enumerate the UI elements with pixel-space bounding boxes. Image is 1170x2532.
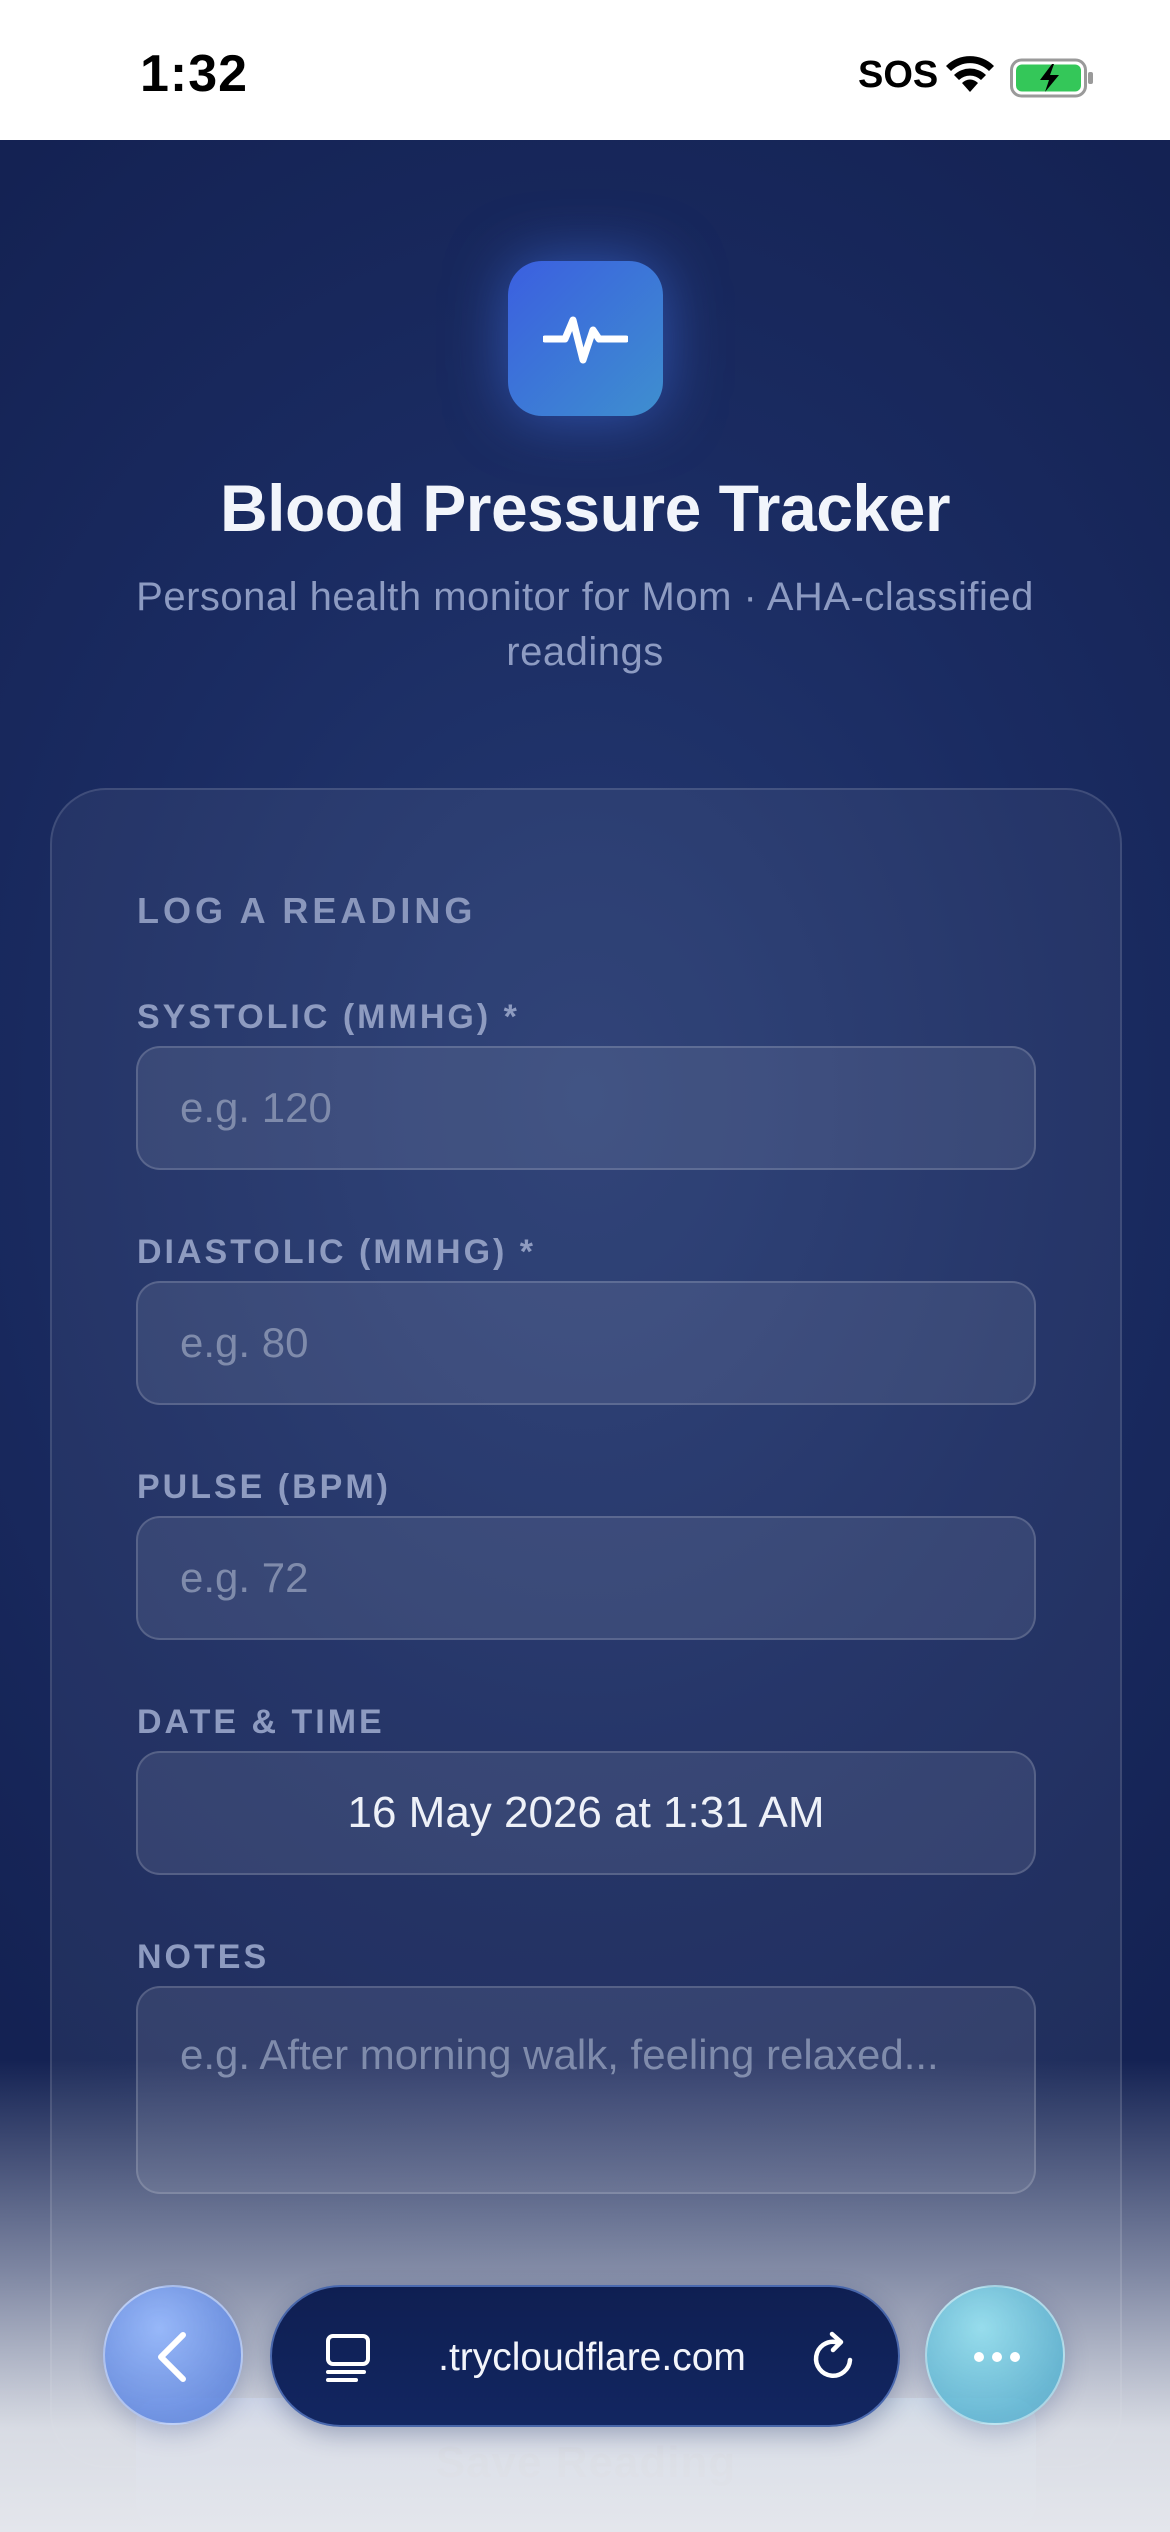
address-bar[interactable]: .trycloudflare.com xyxy=(270,2285,900,2427)
log-reading-card: LOG A READING SYSTOLIC (MMHG) * e.g. 120… xyxy=(50,788,1122,2528)
page-title: Blood Pressure Tracker xyxy=(219,471,951,545)
pulse-label: PULSE (BPM) xyxy=(137,1468,391,1506)
notes-label: NOTES xyxy=(137,1938,270,1976)
browser-toolbar: .trycloudflare.com xyxy=(0,2285,1170,2435)
app-logo xyxy=(508,261,663,416)
notes-textarea[interactable]: e.g. After morning walk, feeling relaxed… xyxy=(136,1986,1036,2194)
diastolic-input[interactable]: e.g. 80 xyxy=(136,1281,1036,1405)
status-time: 1:32 xyxy=(140,45,249,103)
notes-placeholder: e.g. After morning walk, feeling relaxed… xyxy=(180,2031,939,2078)
more-icon xyxy=(974,2352,1020,2362)
wifi-icon xyxy=(946,56,994,92)
more-button[interactable] xyxy=(925,2285,1065,2425)
systolic-input[interactable]: e.g. 120 xyxy=(136,1046,1036,1170)
heartbeat-pulse-icon xyxy=(543,316,628,364)
status-bar: 1:32 SOS xyxy=(0,0,1170,140)
tabs-icon[interactable] xyxy=(322,2330,378,2386)
page-subtitle: Personal health monitor for Mom · AHA-cl… xyxy=(136,575,1034,674)
diastolic-placeholder: e.g. 80 xyxy=(180,1319,309,1366)
datetime-label: DATE & TIME xyxy=(137,1703,385,1741)
systolic-placeholder: e.g. 120 xyxy=(180,1084,332,1131)
card-heading: LOG A READING xyxy=(137,890,477,931)
systolic-label: SYSTOLIC (MMHG) * xyxy=(137,998,520,1036)
battery-charging-icon xyxy=(1010,58,1093,98)
pulse-placeholder: e.g. 72 xyxy=(180,1554,309,1601)
datetime-value: 16 May 2026 at 1:31 AM xyxy=(347,1788,825,1837)
datetime-input[interactable]: 16 May 2026 at 1:31 AM xyxy=(136,1751,1036,1875)
reload-icon[interactable] xyxy=(806,2330,862,2386)
url-text: .trycloudflare.com xyxy=(438,2336,746,2379)
back-button[interactable] xyxy=(103,2285,243,2425)
pulse-input[interactable]: e.g. 72 xyxy=(136,1516,1036,1640)
chevron-left-icon xyxy=(158,2332,186,2382)
app-screen: Blood Pressure Tracker Personal health m… xyxy=(0,140,1170,2532)
status-sos: SOS xyxy=(858,54,939,96)
diastolic-label: DIASTOLIC (MMHG) * xyxy=(137,1233,537,1271)
